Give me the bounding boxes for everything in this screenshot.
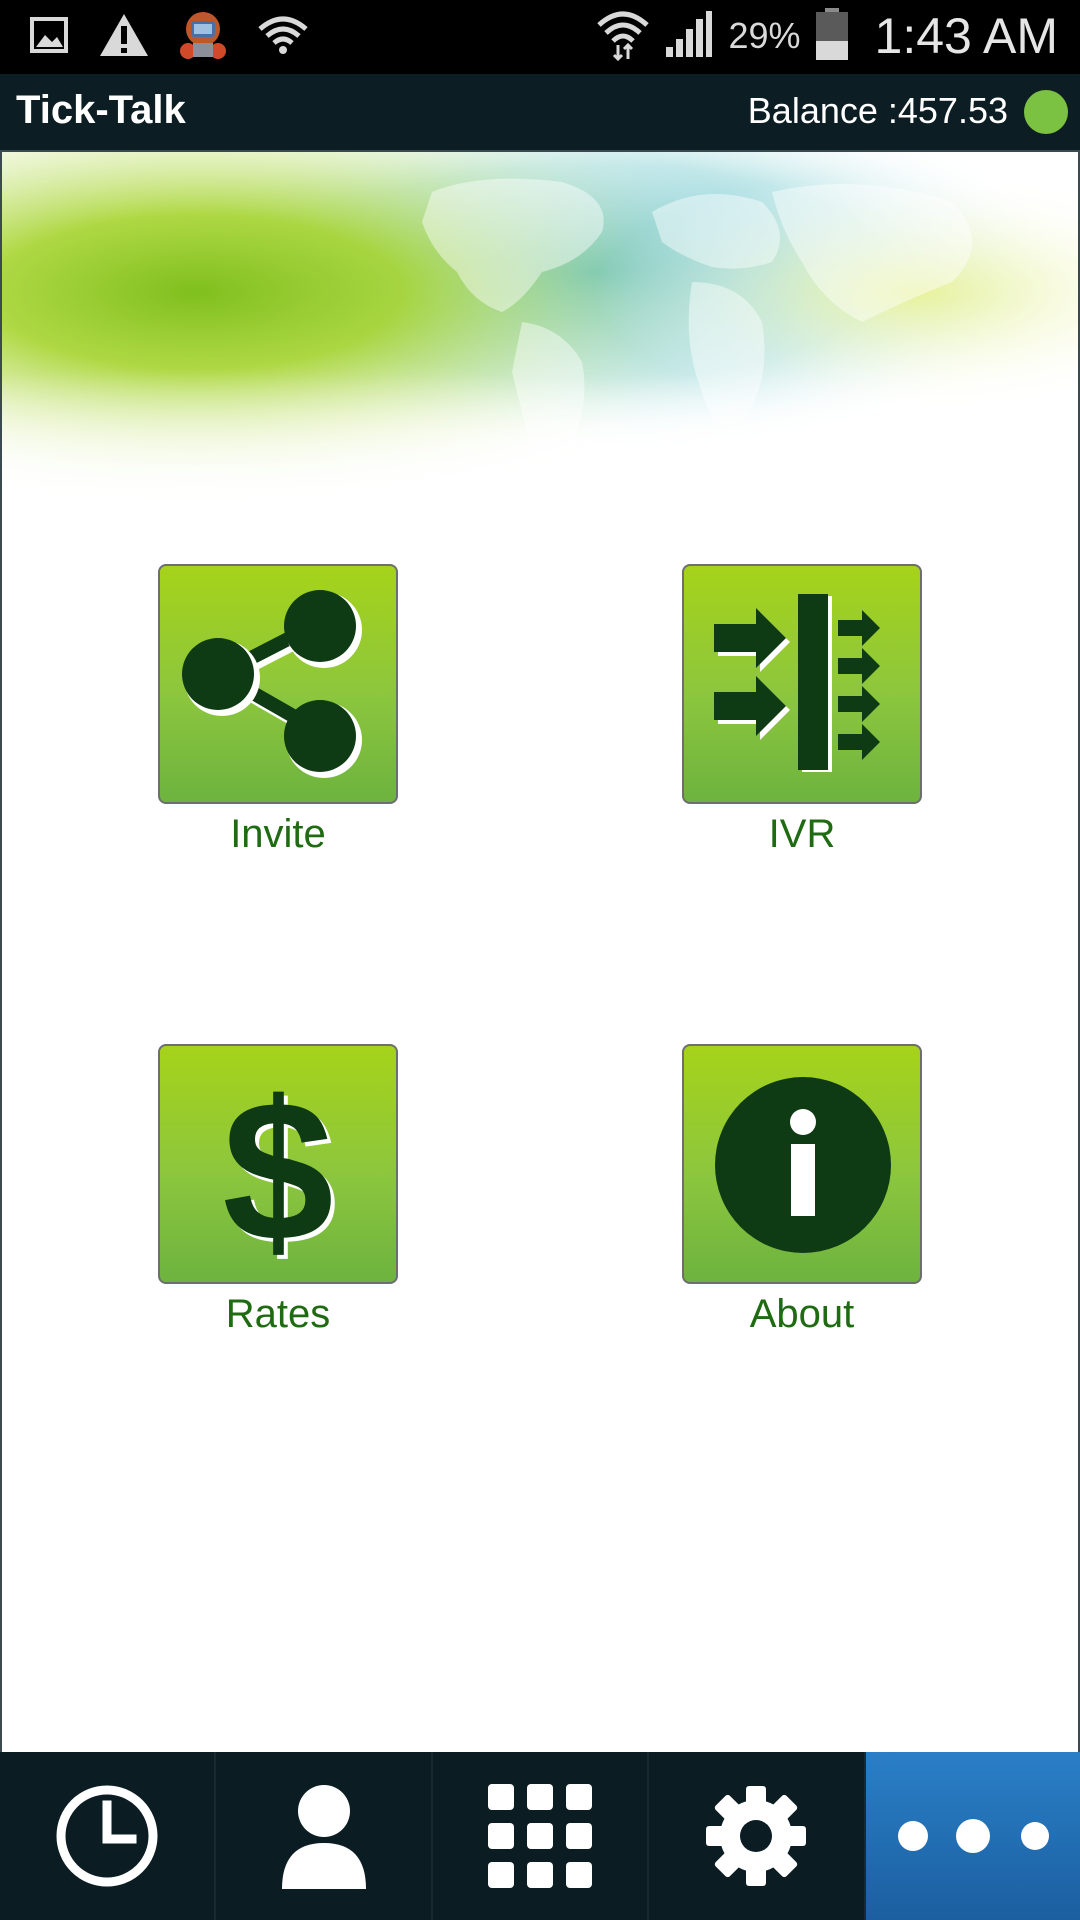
status-bar: 29% 1:43 AM (0, 0, 1080, 74)
gear-icon (706, 1786, 807, 1886)
screen: 29% 1:43 AM Tick-Talk Balance :457.53 In… (0, 0, 1080, 1920)
nav-more[interactable] (865, 1752, 1080, 1920)
robot-app-icon (178, 9, 228, 66)
person-icon (281, 1785, 366, 1889)
more-icon (897, 1819, 1049, 1853)
online-status-indicator (1024, 90, 1068, 134)
nav-settings[interactable] (649, 1752, 866, 1920)
share-icon (182, 590, 362, 778)
warning-icon (98, 12, 150, 63)
wifi-question-icon (256, 13, 310, 62)
rates-tile[interactable]: $ $ Rates (158, 1044, 398, 1337)
dollar-icon: $ $ (222, 1060, 337, 1282)
about-label: About (749, 1292, 855, 1336)
image-icon (30, 15, 70, 60)
svg-text:$: $ (222, 1060, 333, 1282)
status-notification-icons (30, 10, 310, 64)
app-title: Tick-Talk (16, 88, 186, 132)
invite-tile[interactable]: Invite (158, 564, 398, 857)
about-tile[interactable]: About (682, 1044, 922, 1337)
rates-button[interactable]: $ $ (158, 1044, 398, 1284)
clock-icon (56, 1785, 158, 1887)
world-map-banner (2, 152, 1078, 552)
wifi-icon (596, 7, 650, 66)
main-content: Invite IVR $ $ Rates About (0, 152, 1080, 1752)
status-time: 1:43 AM (874, 8, 1058, 64)
nav-contacts[interactable] (216, 1752, 433, 1920)
balance-text: Balance :457.53 (747, 90, 1008, 131)
about-button[interactable] (682, 1044, 922, 1284)
info-icon (715, 1077, 891, 1253)
bottom-navigation (0, 1752, 1080, 1920)
invite-label: Invite (230, 812, 326, 856)
dialpad-icon (488, 1784, 593, 1888)
ivr-button[interactable] (682, 564, 922, 804)
nav-dialpad[interactable] (433, 1752, 650, 1920)
ivr-tile[interactable]: IVR (682, 564, 922, 857)
ivr-icon (714, 594, 880, 772)
status-system-icons: 29% 1:43 AM (596, 6, 1058, 66)
invite-button[interactable] (158, 564, 398, 804)
ivr-label: IVR (768, 812, 836, 856)
battery-percent: 29% (728, 15, 801, 56)
app-bar: Tick-Talk Balance :457.53 (0, 74, 1080, 152)
signal-icon (664, 9, 714, 64)
rates-label: Rates (225, 1292, 331, 1336)
battery-icon (815, 7, 849, 66)
nav-call-history[interactable] (0, 1752, 217, 1920)
